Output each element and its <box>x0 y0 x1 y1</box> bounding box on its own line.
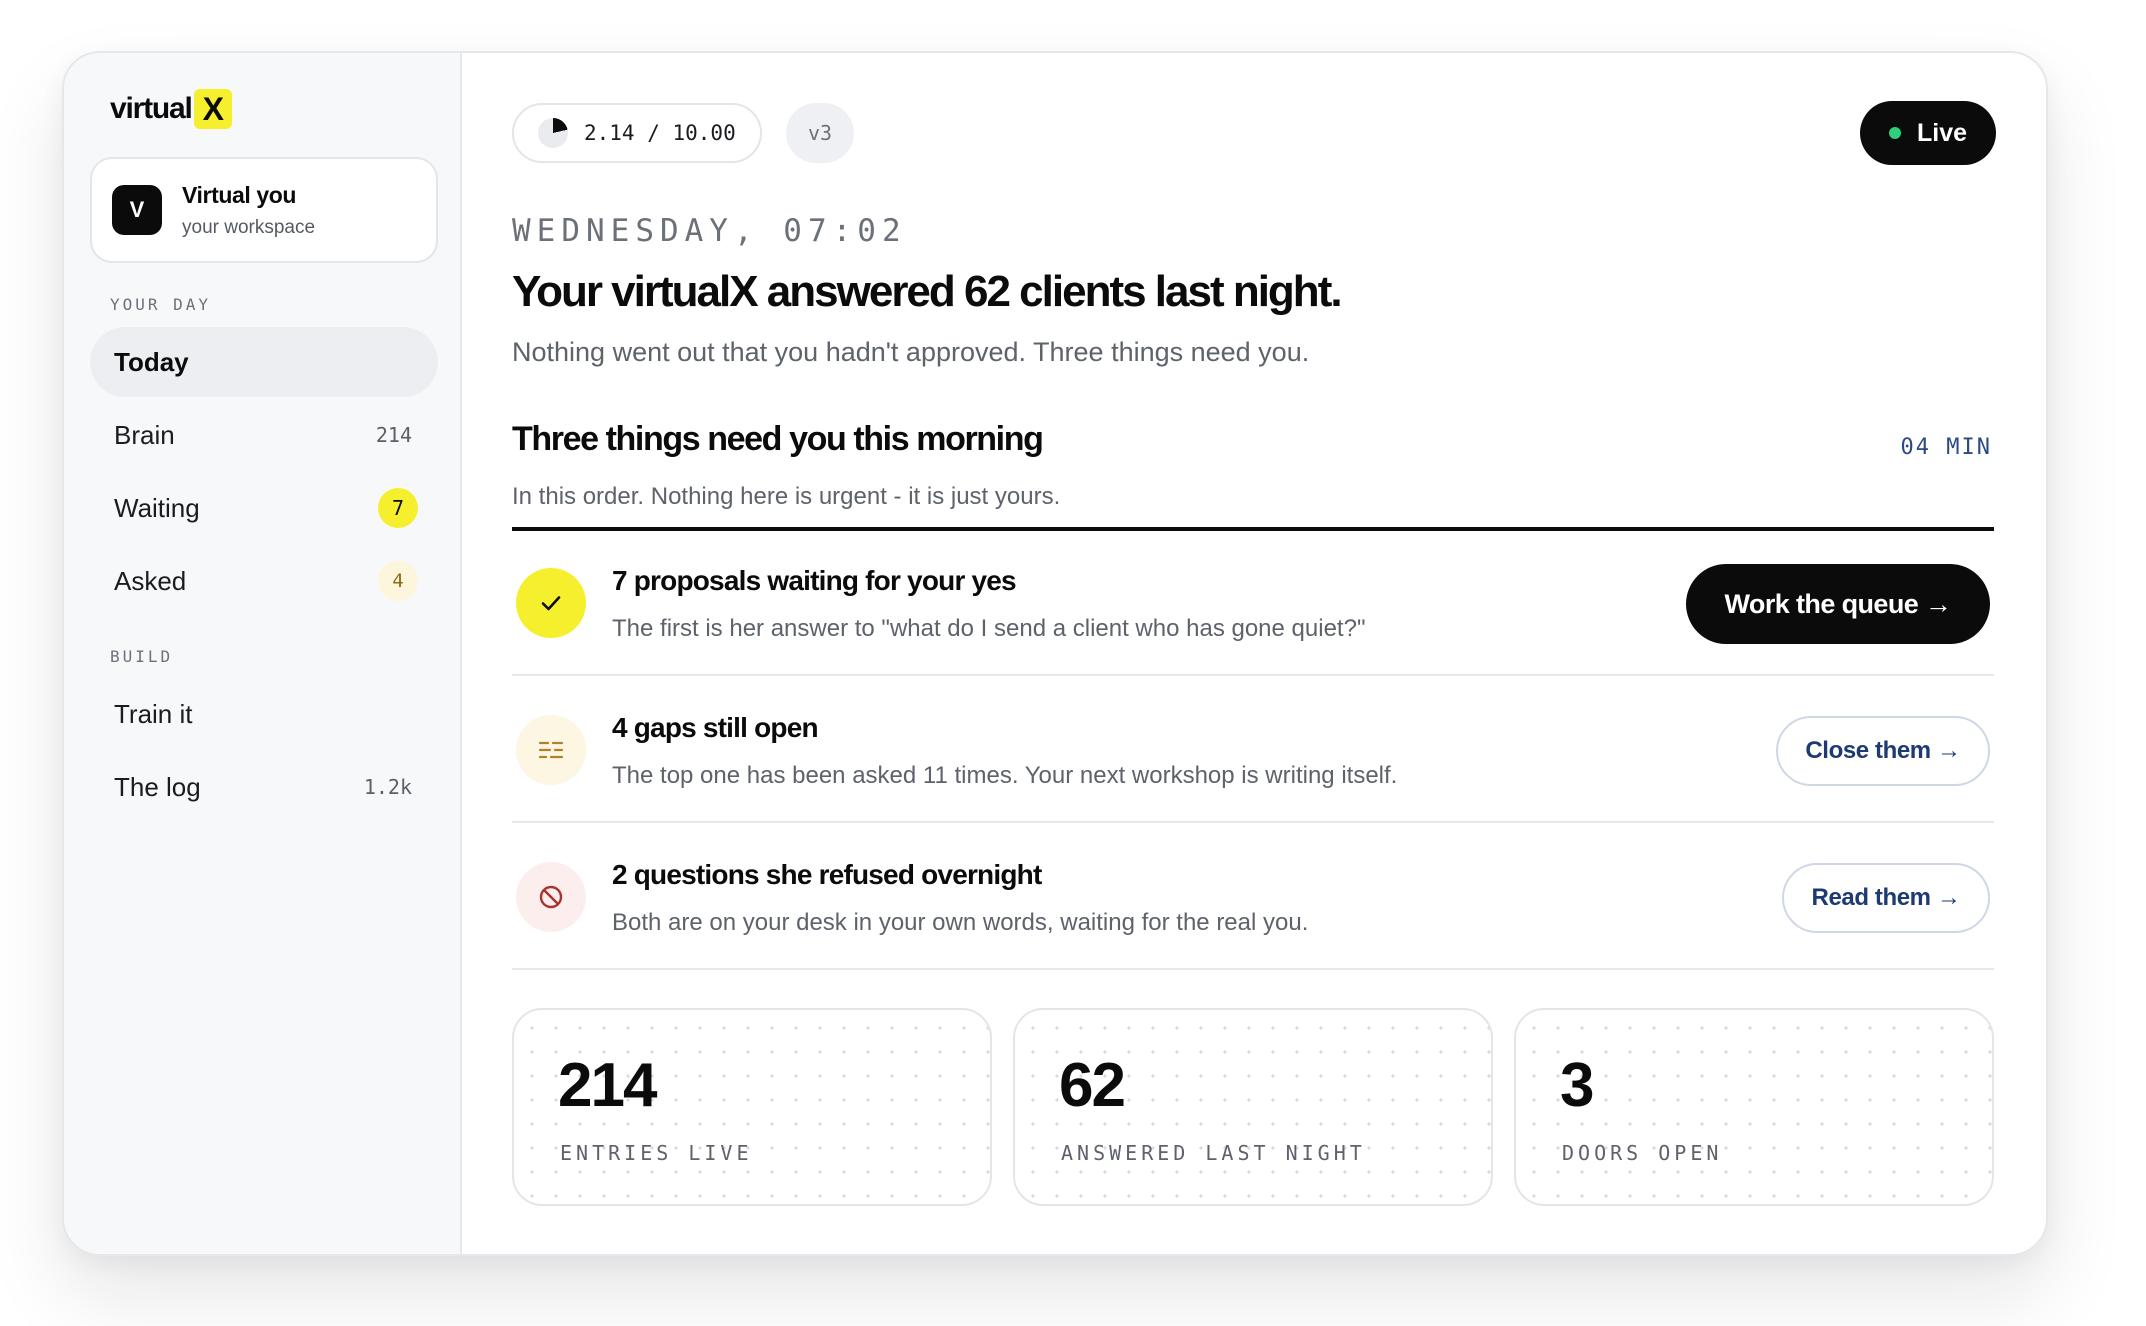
sidebar-item-the-log[interactable]: The log 1.2k <box>90 752 438 822</box>
page-title: Your virtualX answered 62 clients last n… <box>512 267 1343 316</box>
stat-value: 62 <box>1059 1051 1126 1120</box>
stat-card-entries: 214 ENTRIES LIVE <box>512 1008 992 1206</box>
section-subtitle: In this order. Nothing here is urgent - … <box>512 483 1061 510</box>
stat-card-doors: 3 DOORS OPEN <box>1514 1008 1994 1206</box>
sidebar-item-count: 214 <box>375 423 412 447</box>
dateline: WEDNESDAY, 07:02 <box>512 213 907 249</box>
close-them-button[interactable]: Close them → <box>1776 716 1990 786</box>
task-title: 4 gaps still open <box>612 712 819 743</box>
task-description: Both are on your desk in your own words,… <box>612 909 1309 936</box>
check-icon <box>516 568 586 638</box>
read-them-button[interactable]: Read them → <box>1782 863 1990 933</box>
sidebar-section-your-day: YOUR DAY <box>110 295 212 314</box>
sidebar-item-today[interactable]: Today <box>90 327 438 397</box>
live-label: Live <box>1916 118 1968 147</box>
asked-count-badge: 4 <box>378 561 418 601</box>
task-description: The first is her answer to "what do I se… <box>612 615 1366 642</box>
task-row-gaps: 4 gaps still open The top one has been a… <box>512 678 1994 823</box>
sidebar-item-count: 1.2k <box>363 775 412 799</box>
stat-value: 214 <box>558 1051 657 1120</box>
task-title: 2 questions she refused overnight <box>612 859 1042 890</box>
workspace-avatar: V <box>112 185 162 235</box>
stat-card-answered: 62 ANSWERED LAST NIGHT <box>1013 1008 1493 1206</box>
workspace-name: Virtual you <box>182 181 297 208</box>
live-status-button[interactable]: Live <box>1860 101 1996 165</box>
live-dot-icon <box>1888 127 1901 139</box>
app-window: virtual X V Virtual you your workspace Y… <box>62 51 2048 1256</box>
work-the-queue-button[interactable]: Work the queue → <box>1686 564 1990 644</box>
workspace-subtitle: your workspace <box>182 216 316 238</box>
workspace-switcher[interactable]: V Virtual you your workspace <box>90 157 438 263</box>
section-title: Three things need you this morning <box>512 420 1044 458</box>
usage-text: 2.14 / 10.00 <box>584 121 736 145</box>
waiting-count-badge: 7 <box>378 488 418 528</box>
task-row-proposals: 7 proposals waiting for your yes The fir… <box>512 531 1994 676</box>
stat-label: ENTRIES LIVE <box>560 1141 753 1165</box>
blocked-icon <box>516 862 586 932</box>
usage-meter[interactable]: 2.14 / 10.00 <box>512 103 762 163</box>
page-subtitle: Nothing went out that you hadn't approve… <box>512 337 1310 367</box>
main-panel: 2.14 / 10.00 v3 Live WEDNESDAY, 07:02 Yo… <box>462 53 2046 1254</box>
version-badge[interactable]: v3 <box>786 103 854 163</box>
sidebar-item-brain[interactable]: Brain 214 <box>90 400 438 470</box>
brand-wordmark: virtual <box>110 92 193 125</box>
sidebar-item-label: Train it <box>114 698 193 729</box>
brand-x-mark: X <box>193 89 232 129</box>
sidebar-section-build: BUILD <box>110 647 174 666</box>
task-row-refused: 2 questions she refused overnight Both a… <box>512 825 1994 970</box>
sidebar-item-waiting[interactable]: Waiting 7 <box>90 473 438 543</box>
gaps-icon <box>516 715 586 785</box>
sidebar-item-label: Asked <box>114 565 187 596</box>
task-description: The top one has been asked 11 times. You… <box>612 762 1398 789</box>
task-title: 7 proposals waiting for your yes <box>612 565 1017 596</box>
stat-value: 3 <box>1560 1051 1595 1120</box>
sidebar-item-label: Brain <box>114 419 175 450</box>
sidebar: virtual X V Virtual you your workspace Y… <box>64 53 462 1254</box>
sidebar-item-label: The log <box>114 771 201 802</box>
brand-logo[interactable]: virtual X <box>110 89 232 129</box>
sidebar-item-train-it[interactable]: Train it <box>90 679 438 749</box>
sidebar-item-asked[interactable]: Asked 4 <box>90 546 438 616</box>
stat-label: ANSWERED LAST NIGHT <box>1061 1141 1366 1165</box>
sidebar-item-label: Today <box>114 346 189 377</box>
sidebar-item-label: Waiting <box>114 492 200 523</box>
usage-pie-icon <box>538 118 568 148</box>
section-time-estimate: 04 MIN <box>1900 435 1992 460</box>
stat-label: DOORS OPEN <box>1562 1141 1723 1165</box>
